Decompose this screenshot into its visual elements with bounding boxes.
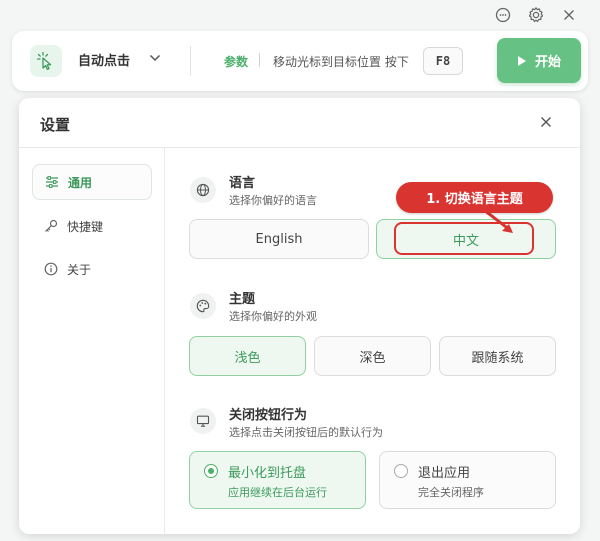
- key-icon: [45, 219, 58, 232]
- cursor-click-icon: [30, 45, 62, 77]
- title-bar: [0, 0, 600, 30]
- start-button[interactable]: 开始: [497, 38, 581, 83]
- chevron-down-icon[interactable]: [148, 51, 162, 65]
- option-title: 最小化到托盘: [228, 466, 307, 481]
- app-name[interactable]: 自动点击: [78, 50, 130, 69]
- dialog-title: 设置: [40, 116, 71, 134]
- radio-button[interactable]: [204, 464, 218, 478]
- hotkey-badge: F8: [423, 47, 463, 75]
- close-icon[interactable]: [537, 113, 555, 131]
- option-subtitle: 应用继续在后台运行: [228, 486, 327, 499]
- sidebar-item-general[interactable]: 通用: [32, 164, 152, 200]
- annotation-callout: 1. 切换语言主题: [396, 182, 553, 213]
- theme-option-system[interactable]: 跟随系统: [439, 336, 556, 376]
- close-option-exit[interactable]: 退出应用 完全关闭程序: [379, 451, 556, 509]
- close-option-minimize[interactable]: 最小化到托盘 应用继续在后台运行: [189, 451, 366, 509]
- close-behavior-title: 关闭按钮行为: [229, 408, 308, 423]
- param-divider: [259, 53, 260, 67]
- sidebar-item-label: 通用: [68, 175, 93, 190]
- language-option-english[interactable]: English: [189, 219, 369, 259]
- monitor-icon: [190, 408, 216, 434]
- option-title: 退出应用: [418, 466, 471, 481]
- start-button-label: 开始: [534, 55, 561, 70]
- globe-icon: [190, 177, 216, 203]
- sidebar-divider: [164, 148, 165, 534]
- theme-option-light[interactable]: 浅色: [189, 336, 306, 376]
- radio-button[interactable]: [394, 464, 408, 478]
- sidebar-item-label: 快捷键: [67, 219, 104, 234]
- theme-option-dark[interactable]: 深色: [314, 336, 431, 376]
- main-toolbar: 自动点击 参数 移动光标到目标位置 按下 F8 开始: [12, 31, 588, 91]
- settings-dialog: 设置 通用 快捷键 关于 语言 选择你偏好的语言 English 中文 主题 选…: [19, 98, 580, 534]
- play-icon: [517, 55, 526, 66]
- close-icon[interactable]: [559, 5, 579, 25]
- header-divider: [19, 147, 580, 148]
- theme-subtitle: 选择你偏好的外观: [229, 310, 317, 323]
- language-subtitle: 选择你偏好的语言: [229, 194, 317, 207]
- sliders-icon: [46, 176, 58, 188]
- sidebar-item-about[interactable]: 关于: [32, 251, 152, 287]
- language-title: 语言: [229, 176, 256, 191]
- theme-title: 主题: [229, 292, 256, 307]
- gear-icon[interactable]: [526, 5, 546, 25]
- toolbar-divider: [190, 46, 191, 76]
- hint-text: 移动光标到目标位置 按下: [273, 55, 409, 69]
- option-subtitle: 完全关闭程序: [418, 486, 484, 499]
- sidebar-item-label: 关于: [67, 262, 92, 277]
- info-icon: [44, 262, 58, 276]
- sidebar-item-hotkeys[interactable]: 快捷键: [32, 208, 152, 244]
- palette-icon: [190, 293, 216, 319]
- param-label[interactable]: 参数: [224, 53, 248, 70]
- chat-icon[interactable]: [493, 5, 513, 25]
- close-behavior-subtitle: 选择点击关闭按钮后的默认行为: [229, 426, 383, 439]
